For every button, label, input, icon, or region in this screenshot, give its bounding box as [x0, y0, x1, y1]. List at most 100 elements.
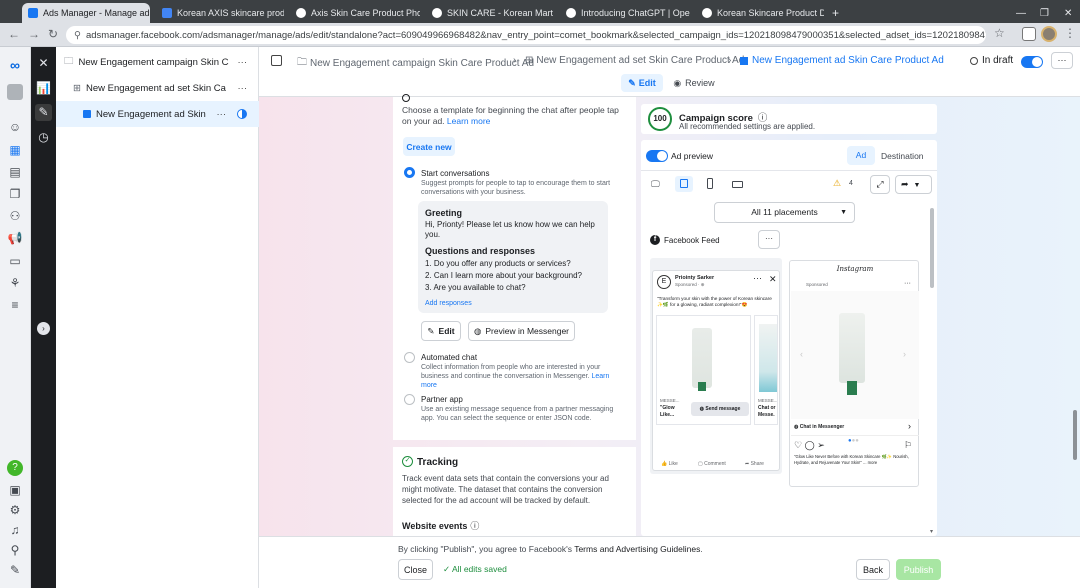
ad-preview-panel: Ad preview Ad Destination 🖵 ⚠ 4 ⤢ ➦ ▼ All…: [641, 140, 937, 536]
edit-mode-tab[interactable]: ✎ Edit: [621, 74, 663, 92]
audiences-icon[interactable]: ⚇: [7, 208, 23, 224]
campaigns-icon[interactable]: ▦: [7, 142, 23, 158]
folder-icon: 🗀: [297, 57, 307, 68]
pencil-icon: ✎: [427, 325, 435, 336]
close-window-icon[interactable]: ✕: [1058, 3, 1074, 23]
settings-gear-icon[interactable]: ⚙: [7, 502, 23, 518]
business-apps-icon[interactable]: ⚘: [7, 275, 23, 291]
tab-ads-manager[interactable]: Ads Manager - Manage ads -✕: [22, 3, 150, 23]
korean-mart-favicon-icon: [432, 8, 442, 18]
share-preview-button[interactable]: ➦ ▼: [895, 175, 932, 194]
account-overview-icon[interactable]: ☺: [7, 119, 23, 135]
review-mode-tab[interactable]: ◉ Review: [671, 74, 717, 92]
url-field[interactable]: ⚲ adsmanager.facebook.com/adsmanager/man…: [66, 26, 986, 44]
close-tab-icon[interactable]: ✕: [553, 8, 554, 19]
tree-item-ad[interactable]: New Engagement ad Skin Car... ···: [56, 101, 259, 127]
fb-card-label: MESSE...: [660, 398, 680, 403]
scroll-down-icon[interactable]: ▾: [930, 528, 933, 535]
campaign-on-off-toggle[interactable]: [1021, 56, 1043, 68]
fb-post-menu-icon: ···: [753, 273, 762, 283]
automated-chat-radio[interactable]: [404, 352, 415, 363]
advertising-settings-icon[interactable]: 📢: [7, 230, 23, 246]
ig-product-image: ‹ ›: [791, 291, 919, 419]
add-responses-link[interactable]: Add responses: [425, 300, 472, 307]
warning-icon[interactable]: ⚠: [833, 178, 841, 189]
ad-preview-toggle[interactable]: [646, 150, 668, 162]
start-conversations-title: Start conversations: [421, 169, 490, 178]
start-conversations-radio[interactable]: [404, 167, 415, 178]
maximize-icon[interactable]: ❐: [1034, 3, 1050, 23]
desktop-view-icon[interactable]: 🖵: [651, 179, 660, 190]
preview-messenger-button[interactable]: ◍ Preview in Messenger: [468, 321, 575, 341]
tab-korean-axis[interactable]: Korean AXIS skincare product✕: [156, 3, 284, 23]
charts-icon[interactable]: 📊: [35, 80, 52, 97]
campaign-more-button[interactable]: ···: [238, 57, 248, 68]
reload-icon[interactable]: ↻: [48, 27, 58, 41]
ad-reports-icon[interactable]: ▤: [7, 164, 23, 180]
extension-icon[interactable]: [1022, 27, 1036, 41]
browser-menu-icon[interactable]: ⋮: [1064, 26, 1076, 40]
tablet-view-icon[interactable]: [675, 176, 693, 192]
terms-link[interactable]: Terms and Advertising Guidelines: [574, 544, 700, 554]
bug-report-icon[interactable]: ✎: [7, 562, 23, 578]
preview-tab-ad[interactable]: Ad: [847, 146, 875, 165]
forward-arrow-icon[interactable]: →: [28, 27, 40, 41]
page-scrollbar[interactable]: [1073, 410, 1077, 460]
instagram-logo: Instagram: [836, 265, 874, 273]
history-clock-icon[interactable]: ◷: [35, 129, 52, 146]
ig-caption: "Glow Like Never Before with Korean Skin…: [794, 454, 909, 465]
landscape-view-icon[interactable]: [732, 181, 743, 188]
expand-panel-icon[interactable]: ›: [37, 322, 50, 335]
new-tab-button[interactable]: +: [826, 3, 844, 23]
template-learn-more-link[interactable]: Learn more: [447, 116, 490, 126]
create-new-button[interactable]: Create new: [403, 137, 455, 156]
breadcrumb-campaign[interactable]: 🗀 New Engagement campaign Skin Care Prod…: [297, 55, 534, 72]
search-icon[interactable]: ⚲: [7, 542, 23, 558]
notifications-bell-icon[interactable]: ♫: [7, 522, 23, 538]
product-cap: [847, 381, 857, 395]
help-icon[interactable]: ?: [7, 460, 23, 476]
tab-axis-photos[interactable]: Axis Skin Care Product Photos✕: [290, 3, 420, 23]
preview-scrollbar[interactable]: [930, 208, 934, 288]
account-icon[interactable]: [7, 84, 23, 100]
header-more-button[interactable]: ···: [1051, 52, 1073, 69]
placements-dropdown[interactable]: All 11 placements ▼: [714, 202, 855, 223]
edit-pencil-icon[interactable]: ✎: [35, 104, 52, 121]
billing-icon[interactable]: ▭: [7, 253, 23, 269]
profile-avatar[interactable]: [1041, 26, 1057, 42]
back-arrow-icon[interactable]: ←: [8, 27, 20, 41]
publish-button[interactable]: Publish: [896, 559, 941, 580]
tab-korean-mart[interactable]: SKIN CARE - Korean Mart✕: [426, 3, 554, 23]
all-tools-icon[interactable]: ≡: [7, 297, 23, 313]
mobile-view-icon[interactable]: [707, 178, 713, 189]
news-icon[interactable]: ▣: [7, 482, 23, 498]
back-button[interactable]: Back: [856, 559, 890, 580]
close-editor-icon[interactable]: ✕: [35, 55, 52, 72]
expand-preview-icon[interactable]: ⤢: [870, 175, 890, 194]
breadcrumb-adset[interactable]: ⊞ New Engagement ad set Skin Care Produc…: [525, 55, 744, 66]
documents-icon[interactable]: ❐: [7, 186, 23, 202]
fb-card2-label: MESSE...: [758, 398, 778, 403]
preview-tab-destination[interactable]: Destination: [881, 151, 924, 161]
fb-carousel-card: MESSE... "Glow Like... ◍ Send message: [656, 315, 751, 425]
tree-item-adset[interactable]: ⊞ New Engagement ad set Skin Care Pro...…: [56, 75, 259, 101]
adset-more-button[interactable]: ···: [238, 83, 248, 94]
template-edit-button[interactable]: ✎ Edit: [421, 321, 461, 341]
partner-app-title: Partner app: [421, 395, 463, 404]
product-image-2: [759, 324, 777, 392]
info-icon[interactable]: ⓘ: [470, 521, 479, 531]
tree-item-campaign[interactable]: 🗀 New Engagement campaign Skin Care Pr..…: [56, 49, 259, 75]
tab-chatgpt[interactable]: Introducing ChatGPT | OpenAI✕: [560, 3, 690, 23]
minimize-icon[interactable]: —: [1010, 3, 1026, 23]
close-button[interactable]: Close: [398, 559, 433, 580]
tab-skincare-desc[interactable]: Korean Skincare Product Desc✕: [696, 3, 824, 23]
greeting-label: Greeting: [425, 208, 463, 218]
toggle-sidebar-icon[interactable]: [271, 55, 282, 66]
star-icon[interactable]: ☆: [994, 26, 1005, 40]
partner-app-radio[interactable]: [404, 394, 415, 405]
breadcrumb-ad[interactable]: New Engagement ad Skin Care Product Ad: [740, 55, 944, 66]
meta-logo-icon[interactable]: ∞: [7, 57, 23, 73]
feed-more-button[interactable]: ···: [758, 230, 780, 249]
site-info-icon[interactable]: ⚲: [74, 30, 81, 41]
ad-more-button[interactable]: ···: [217, 109, 227, 120]
